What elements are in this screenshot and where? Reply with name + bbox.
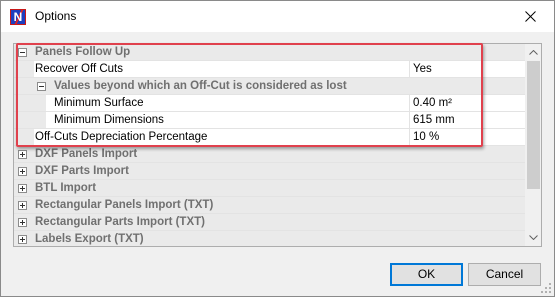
category-row-dxf-parts-import[interactable]: DXF Parts Import (14, 163, 525, 180)
collapse-icon[interactable] (37, 82, 46, 91)
options-dialog: N Options Panels Follow Up Recover Off C… (0, 0, 555, 297)
app-logo-icon: N (10, 9, 26, 25)
close-icon (525, 11, 536, 22)
cancel-button[interactable]: Cancel (468, 263, 541, 286)
category-row-rectangular-parts-import[interactable]: Rectangular Parts Import (TXT) (14, 214, 525, 231)
expand-icon[interactable] (18, 184, 27, 193)
category-row-labels-export[interactable]: Labels Export (TXT) (14, 231, 525, 246)
category-row-rectangular-panels-import[interactable]: Rectangular Panels Import (TXT) (14, 197, 525, 214)
title-bar[interactable]: N Options (1, 1, 554, 32)
category-label: Labels Export (TXT) (35, 233, 144, 245)
category-row-dxf-panels-import[interactable]: DXF Panels Import (14, 146, 525, 163)
property-grid[interactable]: Panels Follow Up Recover Off Cuts Yes Va… (13, 43, 542, 247)
collapse-icon[interactable] (18, 48, 27, 57)
category-label: Rectangular Parts Import (TXT) (35, 216, 205, 228)
category-label: BTL Import (35, 182, 97, 194)
property-value[interactable]: 615 mm (411, 112, 455, 129)
category-row-btl-import[interactable]: BTL Import (14, 180, 525, 197)
property-name: Minimum Surface (54, 97, 144, 109)
close-button[interactable] (508, 1, 554, 32)
expand-icon[interactable] (18, 201, 27, 210)
scroll-down-button[interactable] (525, 229, 541, 246)
property-row-depreciation-percentage[interactable]: Off-Cuts Depreciation Percentage 10 % (14, 129, 525, 146)
property-row-minimum-surface[interactable]: Minimum Surface 0.40 m² (14, 95, 525, 112)
category-label: Rectangular Panels Import (TXT) (35, 199, 214, 211)
chevron-down-icon (529, 235, 538, 240)
expand-icon[interactable] (18, 167, 27, 176)
property-name: Off-Cuts Depreciation Percentage (35, 131, 208, 143)
scroll-up-button[interactable] (525, 44, 541, 61)
category-row-panels-follow-up[interactable]: Panels Follow Up (14, 44, 525, 61)
expand-icon[interactable] (18, 218, 27, 227)
subcategory-label: Values beyond which an Off-Cut is consid… (54, 80, 347, 92)
expand-icon[interactable] (18, 150, 27, 159)
property-name: Recover Off Cuts (35, 63, 123, 75)
property-name: Minimum Dimensions (54, 114, 164, 126)
expand-icon[interactable] (18, 235, 27, 244)
property-row-recover-off-cuts[interactable]: Recover Off Cuts Yes (14, 61, 525, 78)
resize-grip-icon[interactable] (541, 283, 552, 294)
subcategory-row-off-cut-thresholds[interactable]: Values beyond which an Off-Cut is consid… (14, 78, 525, 95)
property-value[interactable]: 0.40 m² (411, 95, 452, 112)
category-label: DXF Parts Import (35, 165, 129, 177)
property-value[interactable]: Yes (411, 61, 432, 78)
property-value[interactable]: 10 % (411, 129, 439, 146)
category-label: Panels Follow Up (35, 46, 131, 58)
chevron-up-icon (529, 50, 538, 55)
property-row-minimum-dimensions[interactable]: Minimum Dimensions 615 mm (14, 112, 525, 129)
window-title: Options (35, 9, 77, 23)
scroll-thumb[interactable] (527, 61, 540, 189)
category-label: DXF Panels Import (35, 148, 138, 160)
ok-button[interactable]: OK (390, 263, 463, 286)
vertical-scrollbar[interactable] (525, 44, 541, 246)
